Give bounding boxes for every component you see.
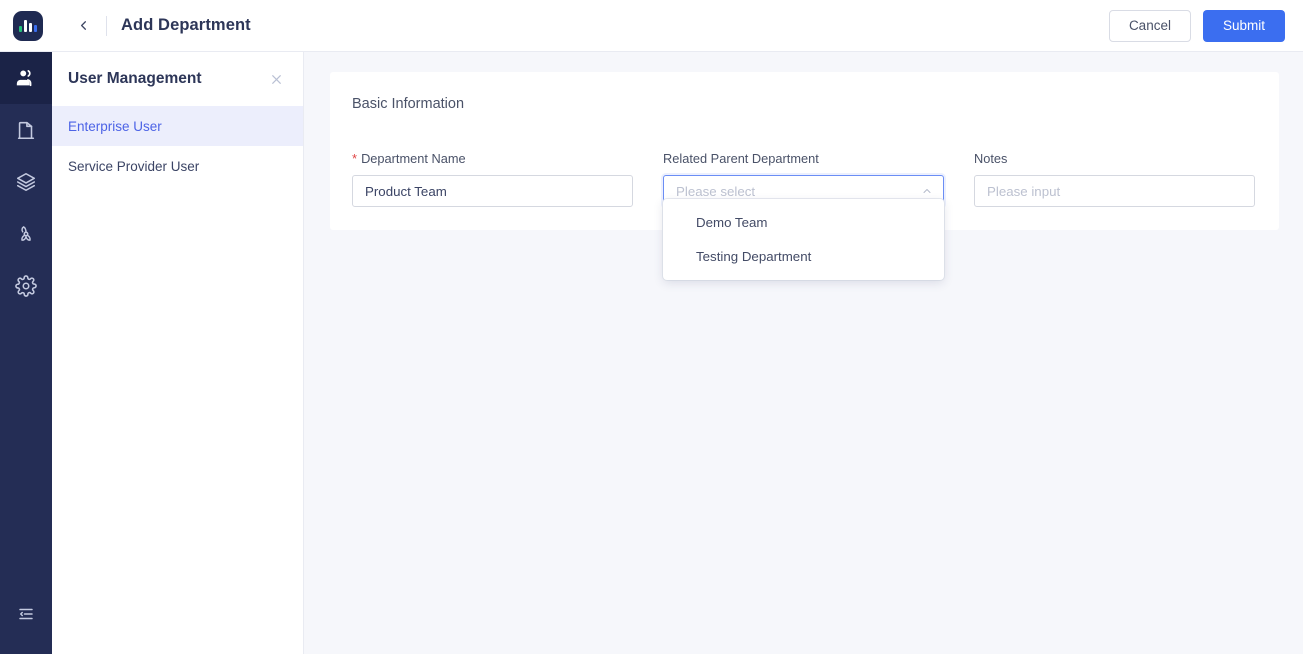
rail-item-enterprise[interactable] bbox=[0, 104, 52, 156]
parent-department-placeholder: Please select bbox=[676, 183, 756, 199]
back-button[interactable] bbox=[66, 9, 100, 43]
notes-input[interactable]: Please input bbox=[974, 175, 1255, 207]
dropdown-option[interactable]: Demo Team bbox=[663, 205, 944, 239]
dropdown-option[interactable]: Testing Department bbox=[663, 239, 944, 273]
department-name-label: * Department Name bbox=[352, 150, 633, 166]
basic-information-card: Basic Information * Department Name Prod… bbox=[330, 72, 1279, 280]
close-sidebar-button[interactable] bbox=[267, 70, 285, 88]
parent-department-dropdown: Demo Team Testing Department bbox=[663, 199, 944, 280]
header-actions: Cancel Submit bbox=[1108, 9, 1303, 42]
chevron-up-icon bbox=[921, 185, 933, 197]
rail-item-users[interactable] bbox=[0, 52, 52, 104]
rail-item-layers[interactable] bbox=[0, 156, 52, 208]
notes-label: Notes bbox=[974, 150, 1255, 166]
fan-icon bbox=[21, 226, 31, 241]
label-text: Department Name bbox=[361, 150, 466, 166]
rail-item-services[interactable] bbox=[0, 208, 52, 260]
dropdown-option-label: Testing Department bbox=[696, 248, 812, 264]
field-parent-department: Related Parent Department Please select … bbox=[663, 150, 944, 280]
secondary-sidebar-header: User Management bbox=[52, 52, 303, 106]
parent-department-label: Related Parent Department bbox=[663, 150, 944, 166]
cancel-button[interactable]: Cancel bbox=[1108, 9, 1191, 42]
section-title: Basic Information bbox=[352, 96, 465, 112]
page-title: Add Department bbox=[121, 16, 251, 34]
primary-nav-rail bbox=[0, 52, 52, 654]
department-name-input[interactable]: Product Team bbox=[352, 175, 633, 207]
layers-icon bbox=[16, 172, 36, 192]
collapse-menu-button[interactable] bbox=[0, 588, 52, 640]
department-name-value: Product Team bbox=[365, 183, 447, 199]
field-department-name: * Department Name Product Team bbox=[352, 150, 633, 207]
label-text: Notes bbox=[974, 150, 1008, 166]
users-icon bbox=[16, 70, 32, 87]
sidebar-item-label: Enterprise User bbox=[68, 118, 162, 134]
logo-slot bbox=[0, 0, 56, 52]
required-marker: * bbox=[352, 150, 358, 166]
chevron-left-icon bbox=[80, 21, 86, 30]
sidebar-item-label: Service Provider User bbox=[68, 158, 200, 174]
form-row: * Department Name Product Team Related P… bbox=[352, 150, 1257, 280]
field-notes: Notes Please input bbox=[974, 150, 1255, 207]
dropdown-option-label: Demo Team bbox=[696, 214, 768, 230]
sidebar-item-service-provider-user[interactable]: Service Provider User bbox=[52, 146, 303, 186]
collapse-menu-icon bbox=[19, 608, 33, 620]
gear-icon bbox=[15, 275, 37, 297]
label-text: Related Parent Department bbox=[663, 150, 819, 166]
rail-item-settings[interactable] bbox=[0, 260, 52, 312]
notes-placeholder: Please input bbox=[987, 183, 1061, 199]
close-icon bbox=[271, 74, 281, 84]
secondary-sidebar: User Management Enterprise User Service … bbox=[52, 52, 304, 654]
secondary-sidebar-title: User Management bbox=[68, 70, 202, 87]
sidebar-item-enterprise-user[interactable]: Enterprise User bbox=[52, 106, 303, 146]
app-header: Add Department Cancel Submit bbox=[0, 0, 1303, 52]
main-content: Basic Information * Department Name Prod… bbox=[304, 52, 1303, 654]
app-logo-icon[interactable] bbox=[13, 10, 43, 41]
app-root: Add Department Cancel Submit User Manage… bbox=[0, 0, 1303, 654]
building-icon bbox=[17, 121, 35, 140]
submit-button[interactable]: Submit bbox=[1202, 9, 1285, 42]
header-divider bbox=[106, 15, 107, 36]
